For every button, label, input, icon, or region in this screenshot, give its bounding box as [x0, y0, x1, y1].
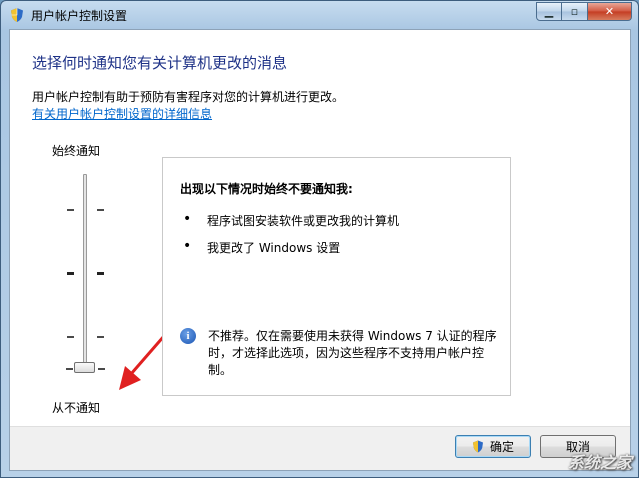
- notification-level-slider[interactable]: [60, 168, 110, 380]
- slider-tick: [97, 272, 104, 275]
- slider-tick: [67, 209, 74, 211]
- button-bar: [10, 426, 630, 470]
- warning-note: 不推荐。仅在需要使用未获得 Windows 7 认证的程序时，才选择此选项，因为…: [208, 329, 497, 377]
- slider-track[interactable]: [83, 174, 87, 370]
- minimize-icon: ▁: [544, 5, 554, 18]
- slider-thumb[interactable]: [74, 362, 95, 373]
- slider-tick: [67, 336, 74, 338]
- bullet-text: 我更改了 Windows 设置: [207, 241, 341, 255]
- maximize-icon: ▫: [570, 5, 579, 18]
- site-watermark: 系统之家: [567, 453, 632, 472]
- slider-tick: [66, 368, 73, 370]
- slider-bottom-label: 从不通知: [52, 401, 101, 415]
- level-description-panel: 出现以下情况时始终不要通知我: 程序试图安装软件或更改我的计算机 我更改了 Wi…: [162, 157, 511, 396]
- title-bar[interactable]: 用户帐户控制设置 ▁ ▫ ✕: [1, 1, 638, 29]
- page-heading: 选择何时通知您有关计算机更改的消息: [32, 54, 288, 72]
- minimize-button[interactable]: ▁: [536, 2, 562, 21]
- window-title: 用户帐户控制设置: [31, 9, 128, 23]
- more-info-link[interactable]: 有关用户帐户控制设置的详细信息: [32, 105, 212, 122]
- slider-top-label: 始终通知: [52, 144, 101, 158]
- panel-heading: 出现以下情况时始终不要通知我:: [180, 182, 353, 196]
- close-button[interactable]: ✕: [588, 2, 632, 21]
- slider-tick: [97, 209, 104, 211]
- description-text: 用户帐户控制有助于预防有害程序对您的计算机进行更改。: [32, 90, 345, 104]
- slider-tick: [98, 368, 105, 370]
- info-icon: i: [180, 328, 196, 344]
- ok-label: 确定: [489, 440, 514, 454]
- ok-button[interactable]: 确定: [455, 435, 531, 458]
- bullet-text: 程序试图安装软件或更改我的计算机: [207, 214, 400, 228]
- slider-tick: [67, 272, 74, 275]
- maximize-button[interactable]: ▫: [562, 2, 588, 21]
- slider-tick: [97, 336, 104, 338]
- client-area: 选择何时通知您有关计算机更改的消息 用户帐户控制有助于预防有害程序对您的计算机进…: [9, 29, 631, 471]
- close-icon: ✕: [604, 5, 615, 18]
- uac-settings-window: 用户帐户控制设置 ▁ ▫ ✕ 选择何时通知您有关计算机更改的消息 用户帐户控制有…: [0, 0, 639, 478]
- uac-shield-icon: [472, 440, 483, 453]
- uac-shield-icon: [11, 8, 23, 22]
